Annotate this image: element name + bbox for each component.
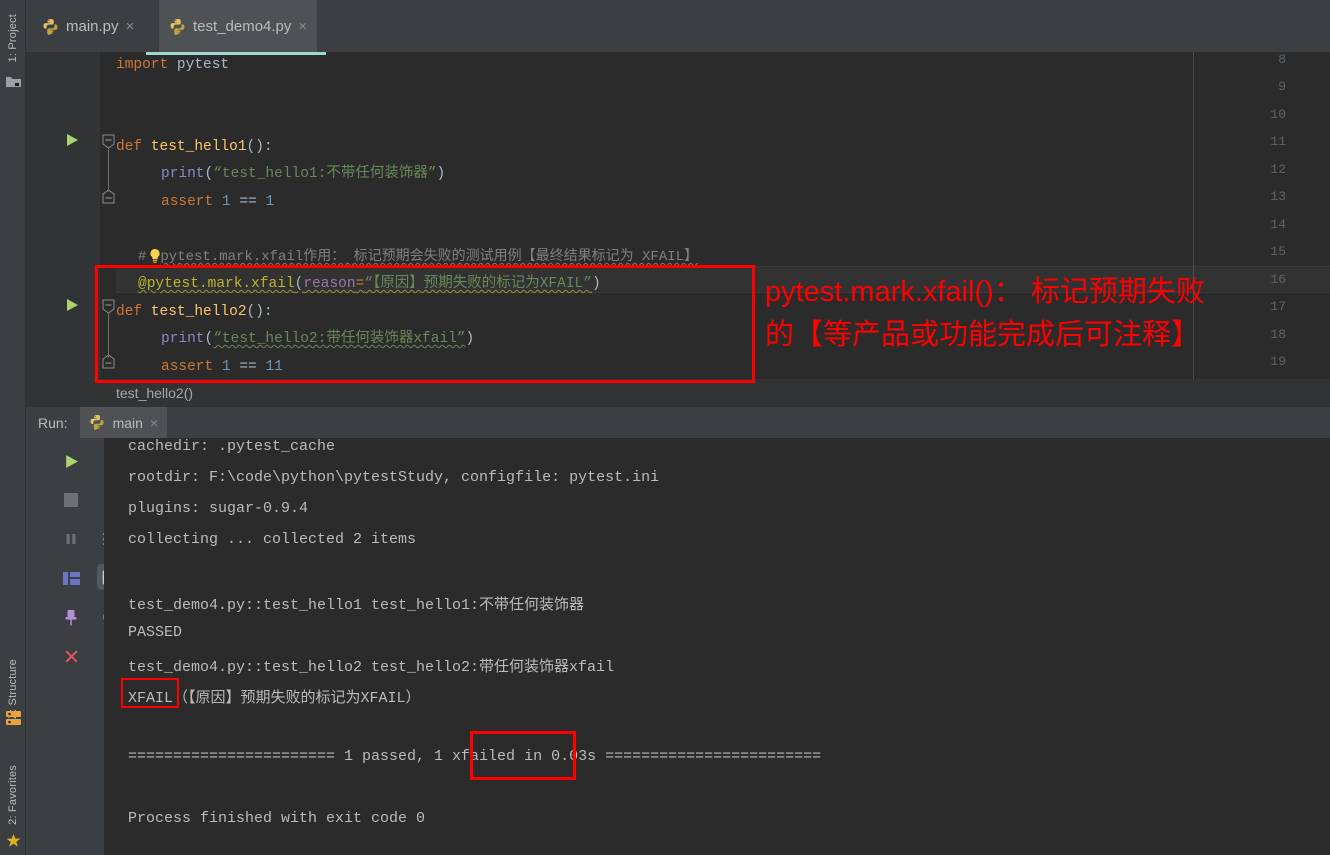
token-string-print1: “test_hello1:不带任何装饰器” bbox=[213, 166, 437, 182]
fold-connector-line bbox=[108, 148, 109, 192]
run-tab-main-label: main bbox=[112, 414, 143, 431]
sidebar-item-project-label: 1: Project bbox=[7, 13, 19, 63]
token-fn-print: print bbox=[161, 166, 205, 182]
tab-main-py-label: main.py bbox=[66, 17, 119, 35]
token-parens: (): bbox=[246, 304, 273, 320]
console-line-summary: ======================= 1 passed, 1 xfai… bbox=[128, 748, 822, 765]
token-def-kw: def bbox=[116, 139, 143, 155]
ide-window: 1: Project Z: Structure 2: Favorites mai… bbox=[0, 0, 1330, 855]
console-line: plugins: sugar-0.9.4 bbox=[128, 500, 309, 517]
code-line-12: print(“test_hello1:不带任何装饰器”) bbox=[116, 165, 445, 183]
breadcrumb-path: test_hello2() bbox=[116, 385, 194, 401]
token-fn-test-hello2: test_hello2 bbox=[150, 304, 247, 320]
token-decorator-reason-string: “【原因】预期失败的标记为XFAIL” bbox=[364, 276, 592, 292]
token-fn-test-hello1: test_hello1 bbox=[150, 139, 247, 155]
structure-icon bbox=[0, 708, 26, 728]
token-num-1: 1 bbox=[221, 359, 231, 375]
run-label: Run: bbox=[38, 414, 68, 431]
code-line-16: @pytest.mark.xfail(reason=“【原因】预期失败的标记为X… bbox=[116, 275, 601, 293]
console-line: test_demo4.py::test_hello2 test_hello2:带… bbox=[128, 659, 615, 676]
token-rparen: ) bbox=[436, 166, 446, 182]
token-rparen: ) bbox=[465, 331, 475, 347]
rerun-button[interactable] bbox=[59, 449, 83, 473]
token-lparen: ( bbox=[204, 331, 214, 347]
token-kwarg-assign: = bbox=[355, 276, 365, 292]
run-tab-main[interactable]: main × bbox=[79, 407, 168, 438]
token-comment-15-text: pytest.mark.xfail作用： 标记预期会失败的测试用例【最终结果标记… bbox=[160, 249, 699, 265]
console-line: PASSED bbox=[128, 624, 183, 641]
console-line: cachedir: .pytest_cache bbox=[128, 438, 336, 455]
token-def-kw: def bbox=[116, 304, 143, 320]
token-num-1b: 1 bbox=[265, 194, 275, 210]
run-tab-close-icon[interactable]: × bbox=[150, 415, 158, 431]
code-line-15: # pytest.mark.xfail作用： 标记预期会失败的测试用例【最终结果标… bbox=[116, 248, 698, 266]
token-import-kw: import bbox=[116, 57, 169, 73]
star-icon bbox=[0, 830, 26, 850]
token-assert-kw: assert bbox=[161, 359, 214, 375]
run-tool-window-header: Run: main × bbox=[26, 407, 1330, 438]
tab-test-demo4-py[interactable]: test_demo4.py × bbox=[159, 0, 318, 52]
project-folder-icon bbox=[0, 72, 26, 90]
run-console-output[interactable]: cachedir: .pytest_cache rootdir: F:\code… bbox=[104, 438, 1330, 855]
layout-button[interactable] bbox=[59, 566, 83, 590]
sidebar-item-favorites[interactable]: 2: Favorites bbox=[0, 758, 26, 832]
token-decorator-name: @pytest.mark.xfail bbox=[138, 276, 295, 292]
pin-icon[interactable] bbox=[59, 605, 83, 629]
token-string-print2: “test_hello2:带任何装饰器xfail” bbox=[213, 331, 466, 347]
token-op-eq: == bbox=[230, 194, 266, 210]
code-line-19: assert 1 == 11 bbox=[116, 358, 283, 376]
tab-test-demo4-py-label: test_demo4.py bbox=[193, 17, 292, 35]
token-kwarg-reason: reason bbox=[303, 276, 356, 292]
fold-connector-line bbox=[108, 312, 109, 358]
editor-tab-bar: main.py × test_demo4.py × bbox=[26, 0, 1330, 52]
sidebar-item-favorites-label: 2: Favorites bbox=[7, 765, 19, 825]
code-line-13: assert 1 == 1 bbox=[116, 193, 274, 211]
console-line: XFAIL（【原因】预期失败的标记为XFAIL） bbox=[128, 690, 421, 707]
breadcrumb[interactable]: test_hello2() bbox=[26, 379, 1330, 407]
annotation-text-line2: 的【等产品或功能完成后可注释】 bbox=[765, 319, 1201, 351]
token-pytest-module: pytest bbox=[176, 57, 230, 73]
close-x-icon[interactable] bbox=[59, 644, 83, 668]
tab-main-py[interactable]: main.py × bbox=[32, 0, 144, 52]
python-file-icon bbox=[42, 18, 59, 35]
token-fn-print: print bbox=[161, 331, 205, 347]
token-num-11: 11 bbox=[265, 359, 283, 375]
code-line-8: import pytest bbox=[116, 56, 229, 74]
code-line-18: print(“test_hello2:带任何装饰器xfail”) bbox=[116, 330, 474, 348]
console-line: rootdir: F:\code\python\pytestStudy, con… bbox=[128, 469, 660, 486]
token-op-eq: == bbox=[230, 359, 266, 375]
sidebar-item-project[interactable]: 1: Project bbox=[0, 8, 26, 68]
editor-gutter[interactable] bbox=[26, 52, 100, 379]
token-lparen: ( bbox=[204, 166, 214, 182]
run-tool-buttons bbox=[26, 438, 123, 855]
token-assert-kw: assert bbox=[161, 194, 214, 210]
tab-test-demo4-py-close-icon[interactable]: × bbox=[298, 19, 307, 34]
token-parens: (): bbox=[246, 139, 273, 155]
token-comment-hash: # bbox=[138, 249, 147, 265]
pause-button[interactable] bbox=[59, 527, 83, 551]
code-line-11: def test_hello1(): bbox=[116, 138, 273, 156]
console-line: collecting ... collected 2 items bbox=[128, 531, 417, 548]
intention-bulb-icon[interactable] bbox=[148, 248, 162, 269]
annotation-text-line1: pytest.mark.xfail()： 标记预期失败 bbox=[765, 276, 1205, 308]
python-file-icon bbox=[89, 414, 106, 431]
console-line: test_demo4.py::test_hello1 test_hello1:不… bbox=[128, 597, 585, 614]
code-line-17: def test_hello2(): bbox=[116, 303, 273, 321]
run-test-hello1-icon[interactable] bbox=[64, 132, 80, 148]
stop-button[interactable] bbox=[59, 488, 83, 512]
run-test-hello2-icon[interactable] bbox=[64, 297, 80, 313]
token-decorator-rparen: ) bbox=[591, 276, 601, 292]
token-num-1: 1 bbox=[221, 194, 231, 210]
tab-main-py-close-icon[interactable]: × bbox=[126, 19, 135, 34]
python-file-icon bbox=[169, 18, 186, 35]
left-tool-strip: 1: Project Z: Structure 2: Favorites bbox=[0, 0, 26, 855]
fold-marker-end[interactable] bbox=[102, 189, 115, 209]
console-line: Process finished with exit code 0 bbox=[128, 810, 426, 827]
